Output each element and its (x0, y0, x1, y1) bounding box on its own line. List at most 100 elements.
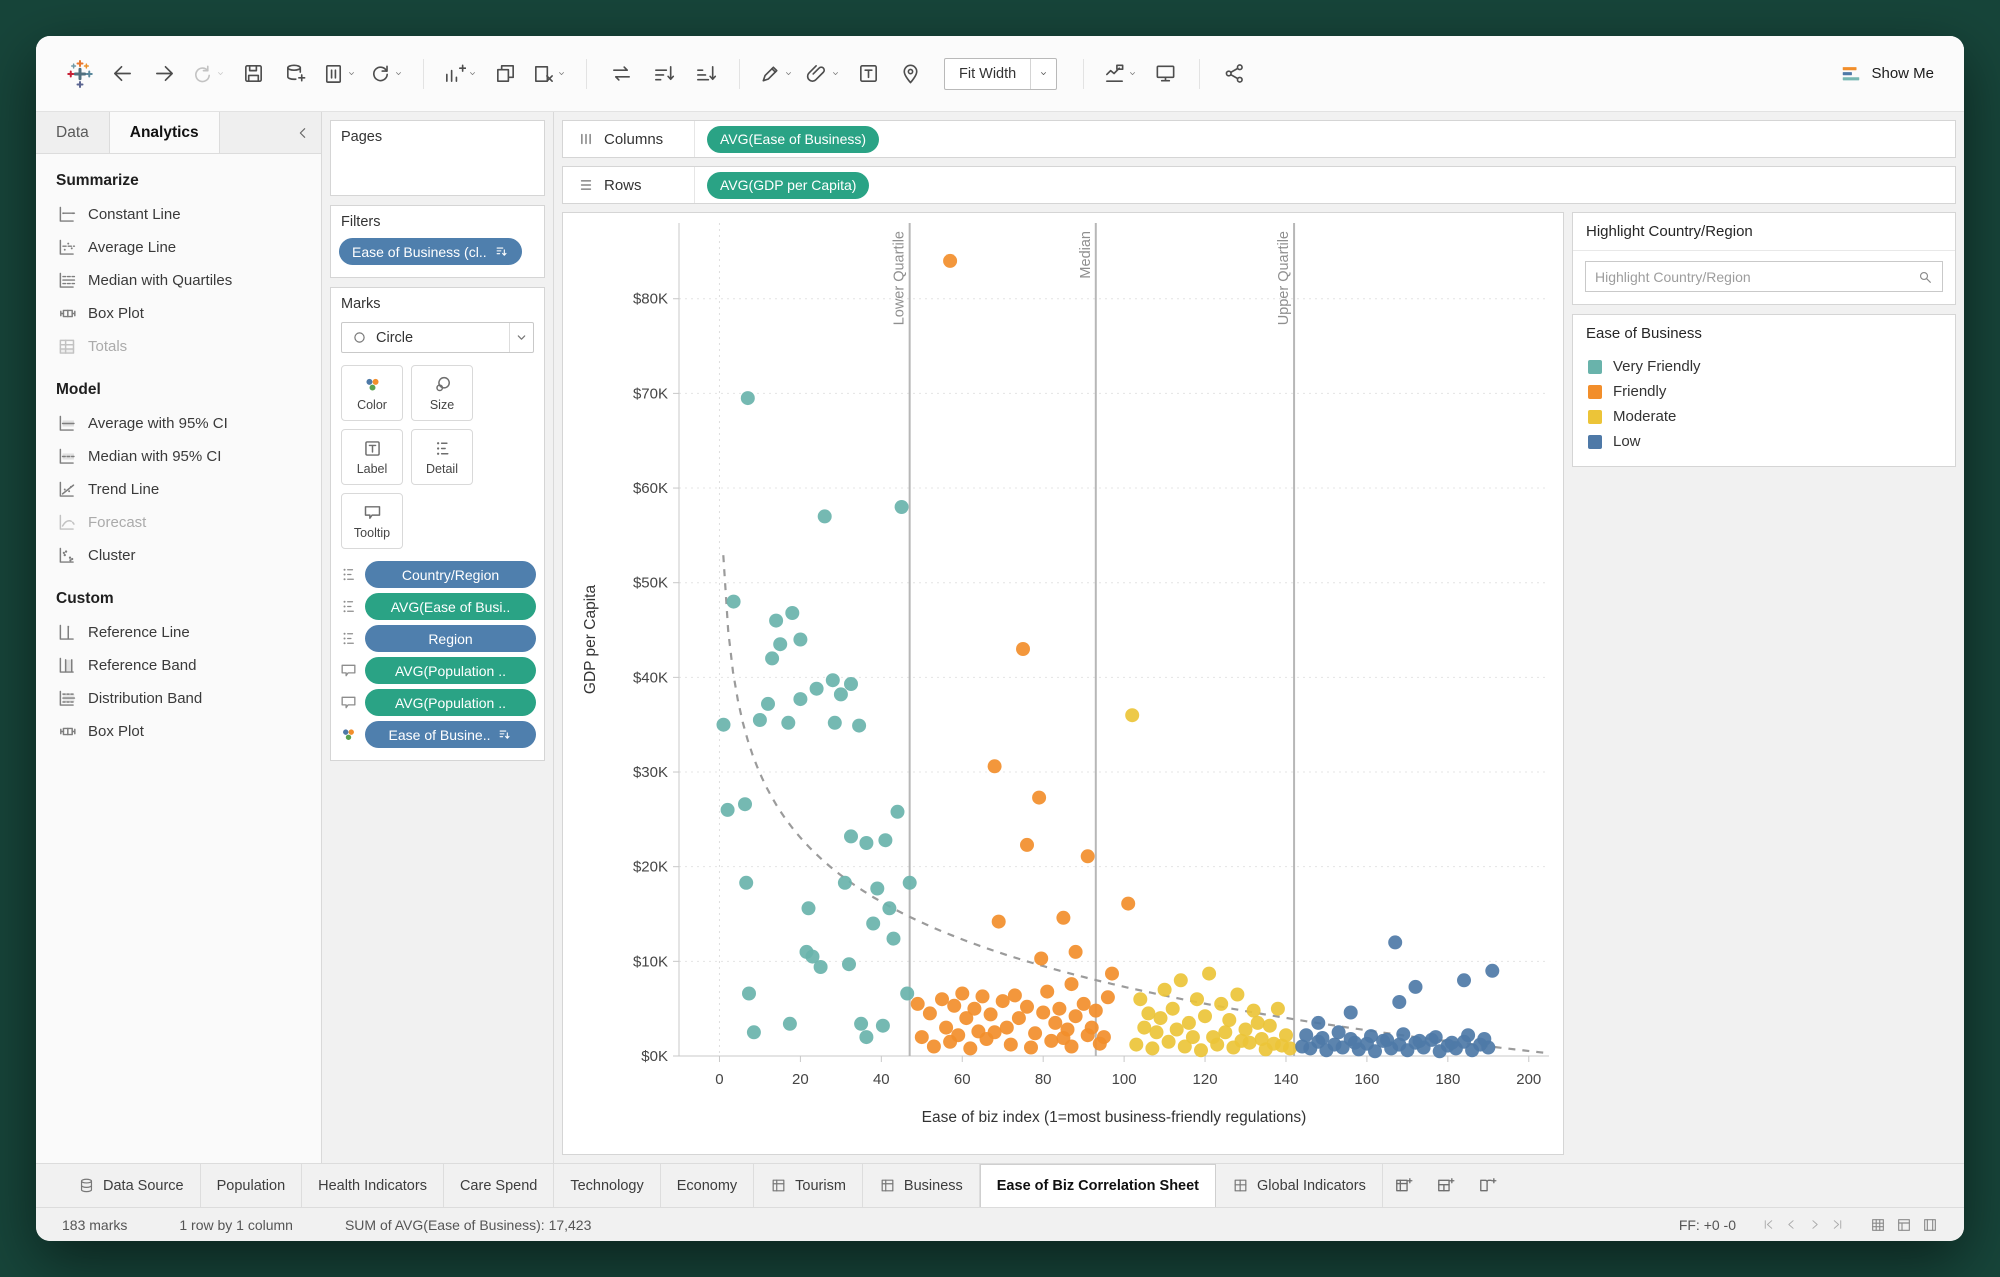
chevron-down-icon[interactable] (1030, 58, 1056, 89)
sheet-tab-care-spend[interactable]: Care Spend (444, 1164, 555, 1207)
scatter-point[interactable] (1392, 995, 1407, 1009)
scatter-point[interactable] (1262, 1018, 1277, 1033)
columns-shelf[interactable]: Columns AVG(Ease of Business) (562, 120, 1956, 158)
scatter-point[interactable] (1068, 944, 1083, 959)
sheet-tab-business[interactable]: Business (863, 1164, 980, 1207)
scatter-point[interactable] (1202, 966, 1217, 981)
scatter-point[interactable] (805, 949, 820, 964)
scatter-point[interactable] (935, 992, 949, 1007)
scatter-point[interactable] (1181, 1015, 1196, 1030)
scatter-point[interactable] (1011, 1011, 1026, 1026)
scatter-point[interactable] (1198, 1009, 1212, 1024)
pill-ease-of-busine[interactable]: Ease of Busine.. (365, 721, 536, 748)
scatter-point[interactable] (1169, 1022, 1184, 1037)
scatter-point[interactable] (1080, 849, 1095, 864)
sheet-tab-population[interactable]: Population (201, 1164, 303, 1207)
presentation-button[interactable] (1147, 55, 1183, 93)
scatter-point[interactable] (740, 391, 755, 406)
scatter-point[interactable] (1331, 1025, 1346, 1040)
new-sheet-button[interactable] (440, 55, 481, 93)
scatter-point[interactable] (769, 613, 784, 628)
scatter-point[interactable] (1076, 996, 1091, 1011)
analytics-item-average-with-95-ci[interactable]: Average with 95% CI (36, 407, 321, 440)
scatter-point[interactable] (1052, 1001, 1067, 1016)
scatter-point[interactable] (720, 802, 735, 817)
scatter-point[interactable] (859, 1030, 874, 1045)
scatter-point[interactable] (1092, 1036, 1107, 1051)
scatter-point[interactable] (833, 687, 848, 702)
analytics-item-trend-line[interactable]: Trend Line (36, 473, 321, 506)
mark-tooltip-button[interactable]: Tooltip (341, 493, 403, 549)
scatter-point[interactable] (793, 692, 808, 707)
show-tabs-button[interactable] (1922, 1217, 1938, 1233)
scatter-point[interactable] (844, 677, 858, 691)
scatter-point[interactable] (752, 713, 767, 727)
clear-sheet-button[interactable] (529, 55, 570, 93)
back-button[interactable] (104, 55, 140, 93)
next-sheet-button[interactable] (1808, 1218, 1821, 1231)
analytics-item-constant-line[interactable]: Constant Line (36, 198, 321, 231)
rows-shelf[interactable]: Rows AVG(GDP per Capita) (562, 166, 1956, 204)
legend-item-moderate[interactable]: Moderate (1573, 404, 1955, 429)
scatter-point[interactable] (1250, 1015, 1265, 1030)
scatter-point[interactable] (987, 759, 1002, 774)
refresh-button[interactable] (366, 55, 407, 93)
scatter-point[interactable] (738, 797, 752, 812)
mark-detail-button[interactable]: Detail (411, 429, 473, 485)
scatter-point[interactable] (926, 1039, 941, 1054)
analytics-item-box-plot[interactable]: Box Plot (36, 715, 321, 748)
scatter-point[interactable] (1283, 1041, 1297, 1056)
scatter-point[interactable] (1428, 1030, 1443, 1045)
legend-item-low[interactable]: Low (1573, 429, 1955, 454)
scatter-point[interactable] (999, 1020, 1014, 1035)
sheet-tab-global-indicators[interactable]: Global Indicators (1216, 1164, 1383, 1207)
scatter-point[interactable] (1194, 1043, 1208, 1058)
sheet-tab-technology[interactable]: Technology (554, 1164, 661, 1207)
scatter-point[interactable] (852, 718, 867, 733)
scatter-point[interactable] (782, 1016, 797, 1031)
scatter-point[interactable] (1034, 951, 1049, 966)
scatter-point[interactable] (842, 957, 856, 972)
filters-shelf[interactable]: Filters Ease of Business (cl.. (330, 205, 545, 278)
sheet-tab-data-source[interactable]: Data Source (62, 1164, 201, 1207)
last-sheet-button[interactable] (1831, 1218, 1844, 1231)
scatter-point[interactable] (894, 500, 909, 514)
legend-item-very-friendly[interactable]: Very Friendly (1573, 354, 1955, 379)
analytics-item-average-line[interactable]: Average Line (36, 231, 321, 264)
scatter-point[interactable] (1315, 1031, 1330, 1045)
first-sheet-button[interactable] (1762, 1218, 1775, 1231)
pill-avg-ease-of-business[interactable]: AVG(Ease of Business) (707, 125, 880, 153)
scatter-point[interactable] (1364, 1029, 1378, 1044)
scatter-point[interactable] (890, 804, 905, 819)
show-me-button[interactable]: Show Me (1836, 57, 1938, 91)
scatter-point[interactable] (1125, 708, 1140, 723)
scatter-point[interactable] (939, 1020, 954, 1035)
scatter-point[interactable] (1173, 973, 1188, 988)
scatter-point[interactable] (844, 829, 858, 844)
analytics-item-reference-band[interactable]: Reference Band (36, 649, 321, 682)
duplicate-button[interactable] (487, 55, 523, 93)
scatter-point[interactable] (955, 986, 970, 1001)
pill-avg-population[interactable]: AVG(Population .. (365, 689, 536, 716)
scatter-point[interactable] (837, 875, 852, 890)
forward-button[interactable] (146, 55, 182, 93)
scatter-point[interactable] (1020, 999, 1034, 1014)
scatter-point[interactable] (801, 901, 816, 916)
new-story-button[interactable] (1467, 1164, 1509, 1207)
sheet-tab-health-indicators[interactable]: Health Indicators (302, 1164, 444, 1207)
scatter-point[interactable] (975, 989, 990, 1004)
analytics-item-median-with-95-ci[interactable]: Median with 95% CI (36, 440, 321, 473)
pill-country-region[interactable]: Country/Region (365, 561, 536, 588)
scatter-point[interactable] (1388, 935, 1403, 950)
scatter-point[interactable] (1020, 837, 1034, 852)
scatter-point[interactable] (886, 931, 901, 946)
scatter-point[interactable] (1347, 1035, 1362, 1050)
analytics-item-reference-line[interactable]: Reference Line (36, 616, 321, 649)
scatter-point[interactable] (1145, 1041, 1160, 1056)
scatter-point[interactable] (1028, 1026, 1043, 1041)
share-button[interactable] (1216, 55, 1252, 93)
scatter-point[interactable] (817, 509, 832, 524)
new-dashboard-button[interactable] (1425, 1164, 1467, 1207)
pill-region[interactable]: Region (365, 625, 536, 652)
scatter-point[interactable] (900, 986, 915, 1001)
